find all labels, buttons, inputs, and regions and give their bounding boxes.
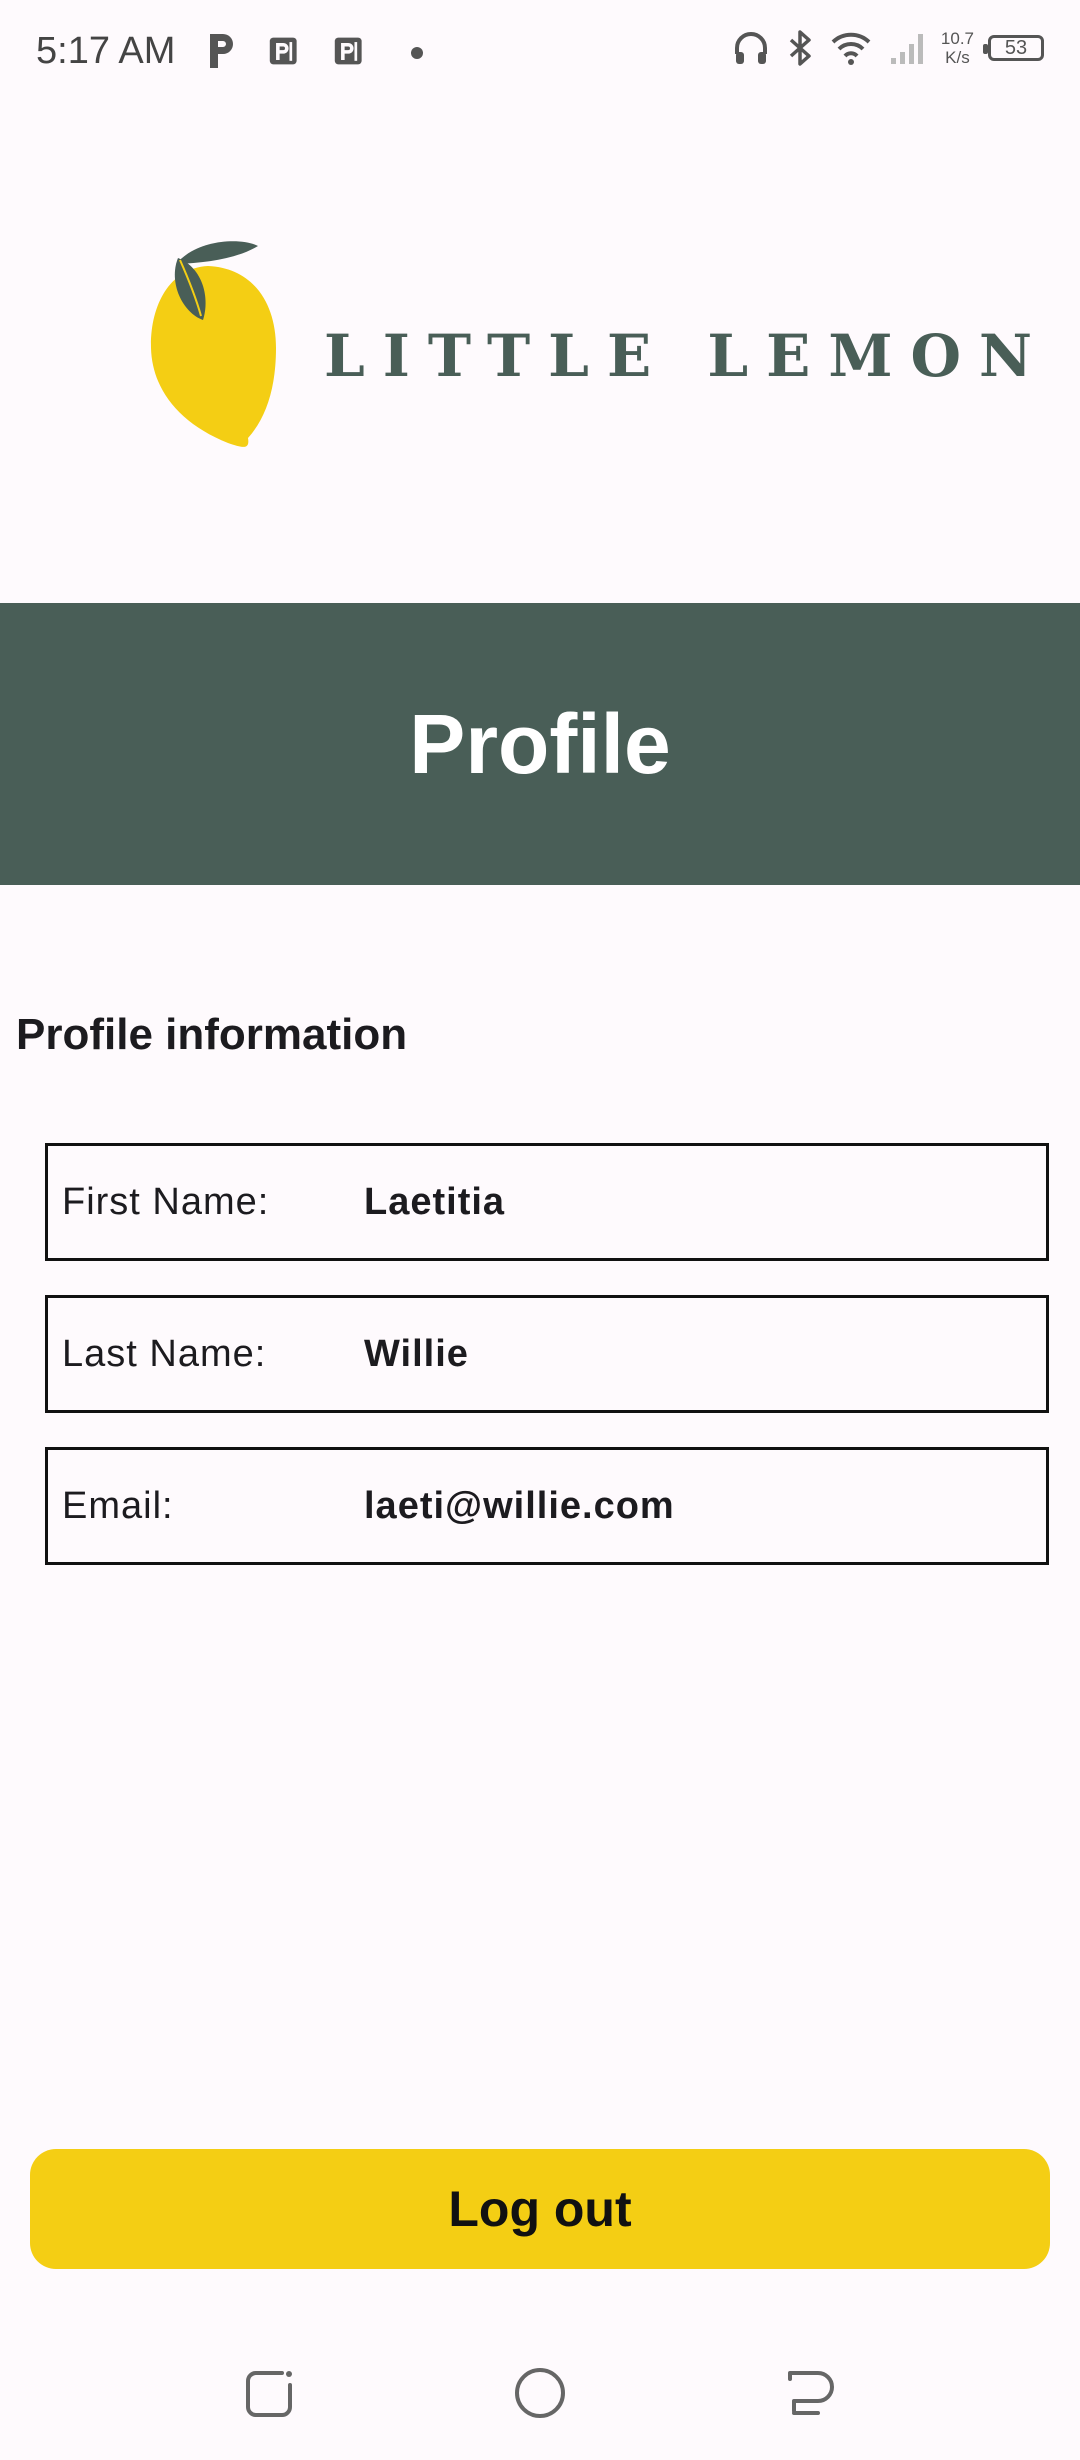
page-title: Profile xyxy=(409,696,671,791)
signal-icon xyxy=(890,34,923,64)
status-time: 5:17 AM xyxy=(36,30,176,72)
parking-icon xyxy=(210,34,233,68)
lemon-icon xyxy=(150,241,276,447)
field-value: laeti@willie.com xyxy=(364,1484,675,1527)
headphones-icon xyxy=(734,32,767,64)
dot-icon xyxy=(411,47,423,59)
net-speed-value: 10.7 xyxy=(940,29,974,48)
field-label: Last Name: xyxy=(62,1332,267,1375)
app-icon xyxy=(269,37,297,65)
section-title: Profile information xyxy=(16,1010,408,1059)
bluetooth-icon xyxy=(789,30,811,66)
battery-icon: 53 xyxy=(983,35,1044,61)
battery-level: 53 xyxy=(1004,36,1028,59)
email-field: Email: laeti@willie.com xyxy=(45,1447,1049,1565)
field-label: First Name: xyxy=(62,1180,270,1223)
home-icon[interactable] xyxy=(512,2365,568,2421)
little-lemon-logo: LITTLE LEMON xyxy=(148,238,1032,458)
status-bar: 5:17 AM 10.7 K/s 53 xyxy=(0,0,1080,110)
last-name-field: Last Name: Willie xyxy=(45,1295,1049,1413)
profile-header: Profile xyxy=(0,603,1080,885)
net-speed: 10.7 K/s xyxy=(941,29,974,67)
system-nav-bar xyxy=(0,2320,1080,2460)
app-icon-2 xyxy=(334,37,362,65)
first-name-field: First Name: Laetitia xyxy=(45,1143,1049,1261)
back-icon[interactable] xyxy=(782,2365,838,2421)
status-right: 10.7 K/s 53 xyxy=(731,28,1044,68)
wifi-icon xyxy=(831,32,871,65)
brand-name: LITTLE LEMON xyxy=(324,322,1051,390)
logout-button[interactable]: Log out xyxy=(30,2149,1050,2269)
field-label: Email: xyxy=(62,1484,174,1527)
field-value: Laetitia xyxy=(364,1180,506,1223)
net-speed-unit: K/s xyxy=(945,48,970,67)
field-value: Willie xyxy=(364,1332,469,1375)
recent-apps-icon[interactable] xyxy=(242,2365,298,2421)
